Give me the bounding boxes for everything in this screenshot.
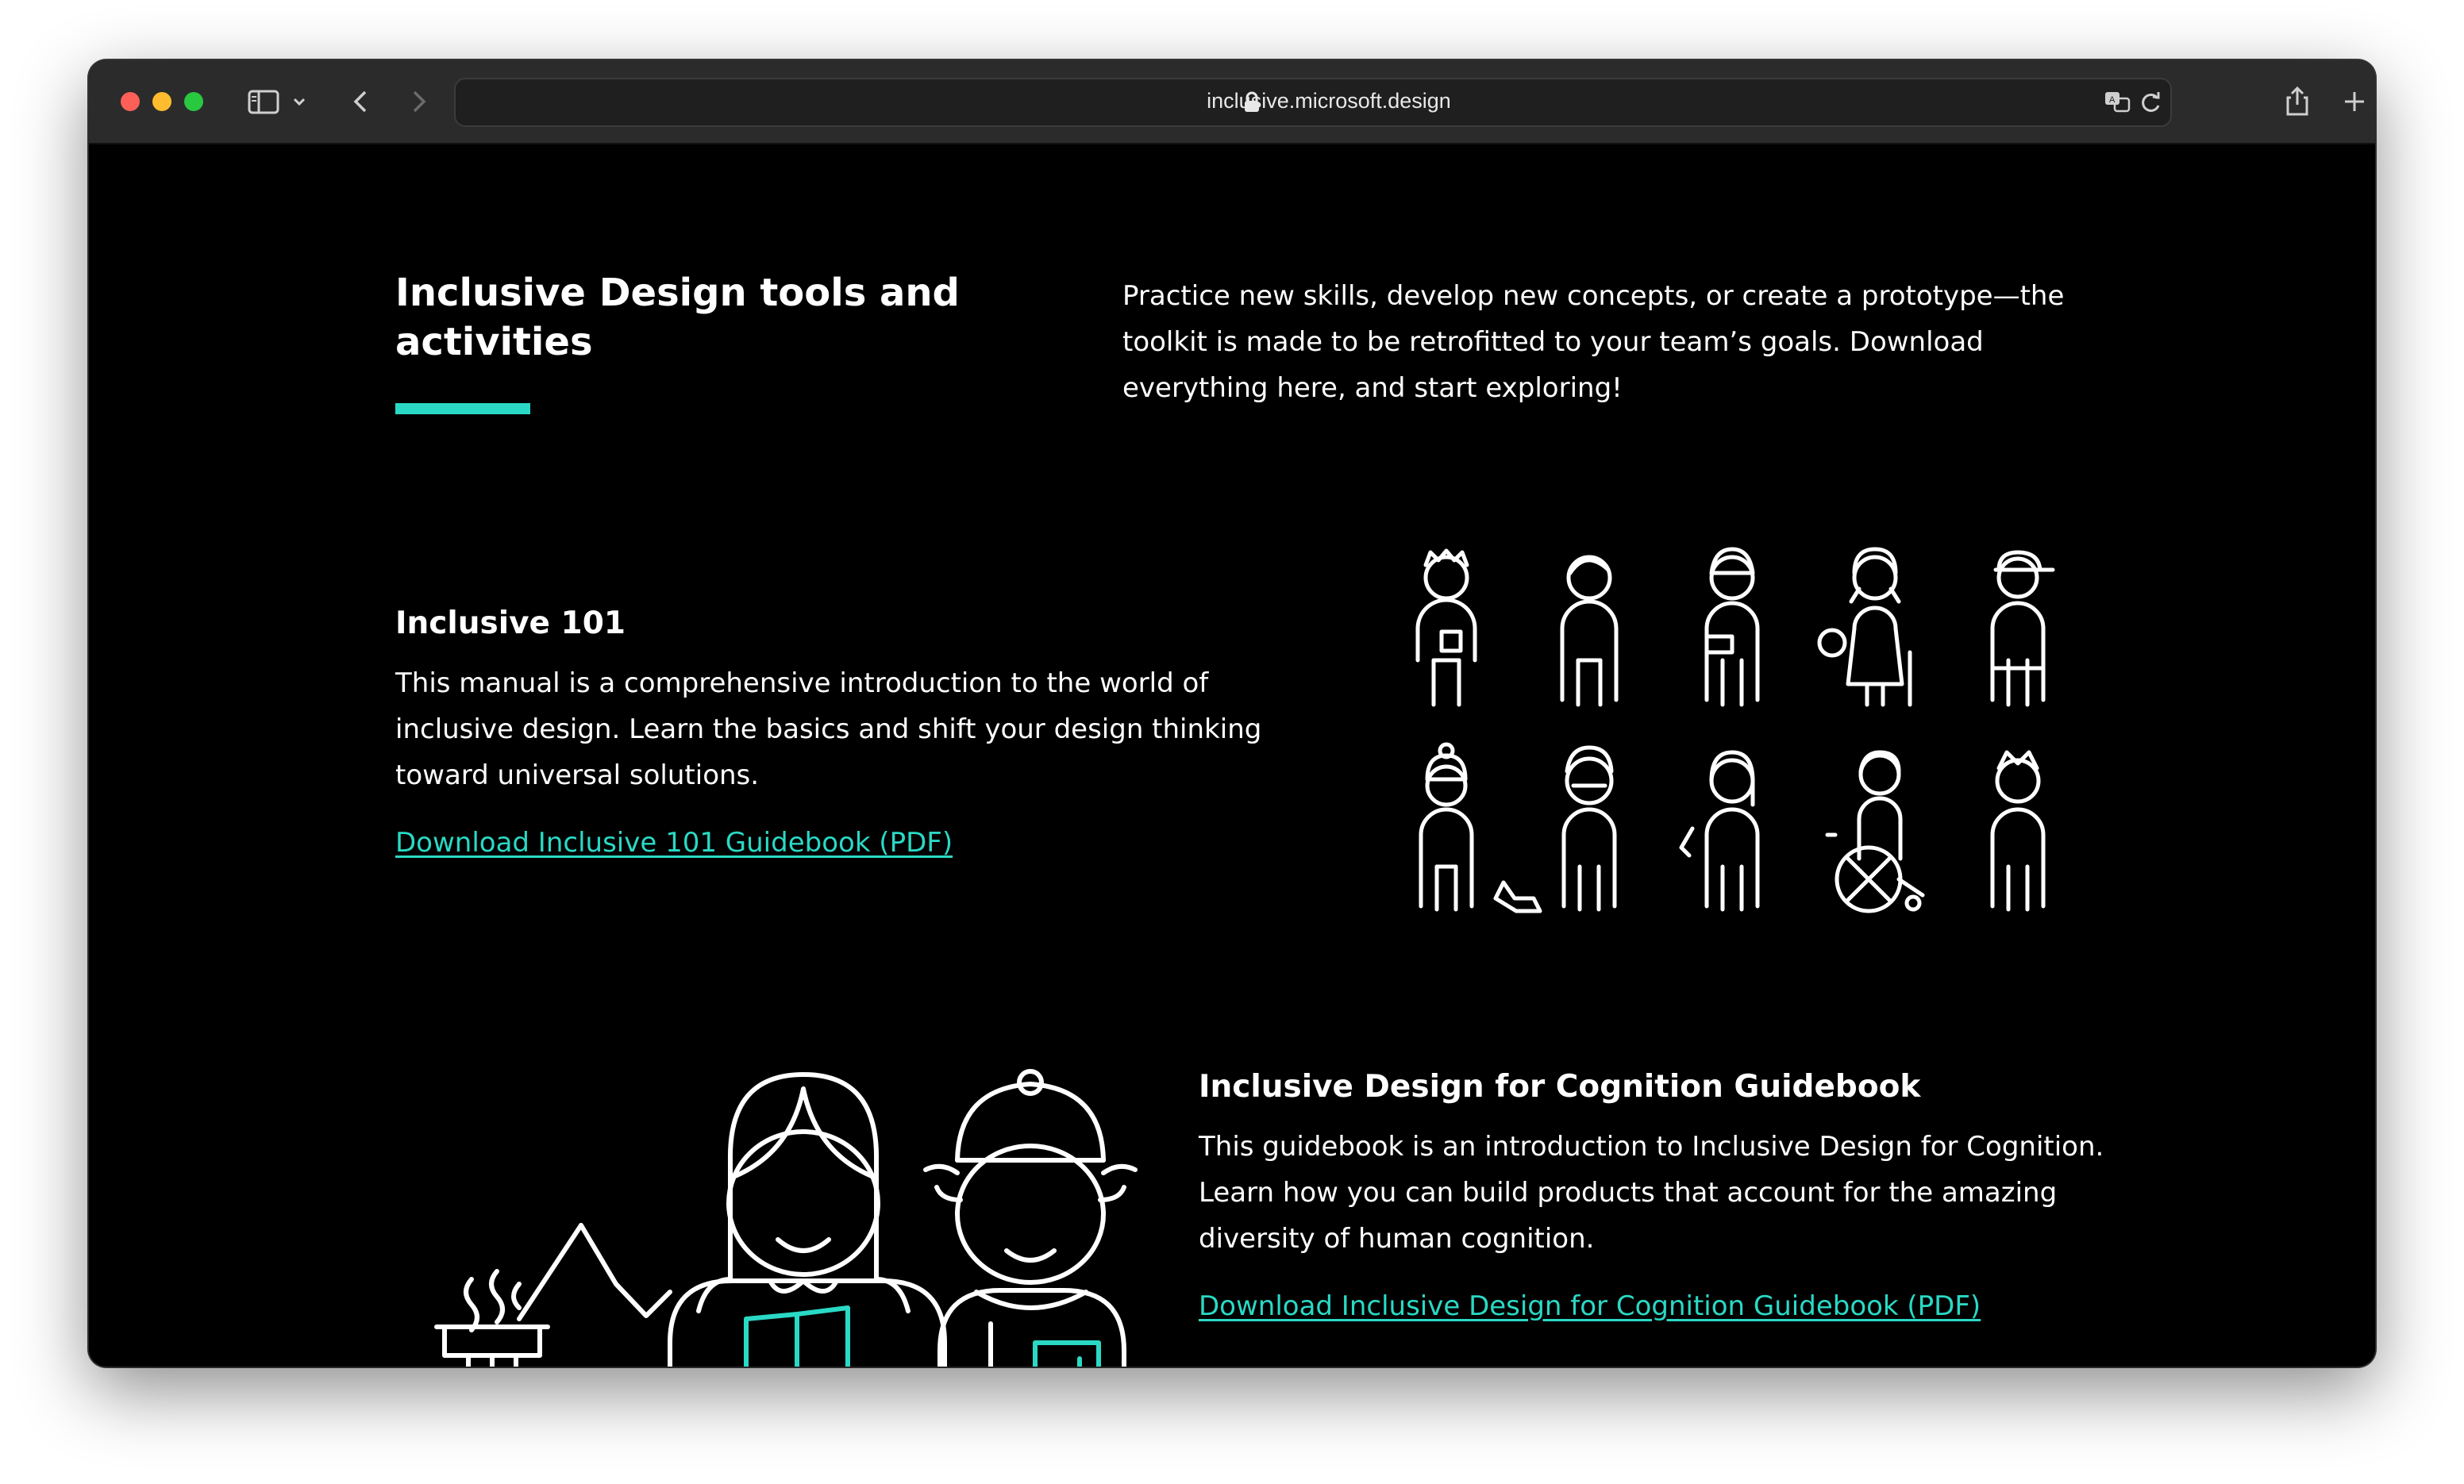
download-cognition-guidebook-link[interactable]: Download Inclusive Design for Cognition … — [1199, 1287, 1981, 1325]
address-bar[interactable]: inclusive.microsoft.design A — [454, 78, 2172, 127]
page-content: Inclusive Design tools and activities Pr… — [89, 144, 2375, 1367]
reload-icon[interactable] — [2135, 86, 2167, 117]
close-window-button[interactable] — [121, 92, 140, 111]
browser-window: inclusive.microsoft.design A Inclusive D… — [89, 60, 2375, 1367]
svg-text:A: A — [2109, 95, 2116, 105]
person-figure — [1990, 550, 2055, 707]
download-inclusive-101-link[interactable]: Download Inclusive 101 Guidebook (PDF) — [395, 824, 953, 862]
back-icon[interactable] — [343, 83, 381, 121]
forward-icon[interactable] — [398, 83, 437, 121]
intro-text: Practice new skills, develop new concept… — [1122, 280, 2065, 404]
section-title-cognition-guidebook: Inclusive Design for Cognition Guidebook — [1199, 1069, 1921, 1105]
section-description-cognition-guidebook: This guidebook is an introduction to Inc… — [1199, 1131, 2104, 1255]
person-figure — [1817, 547, 1912, 707]
person-figure — [1825, 750, 1925, 913]
url-text: inclusive.microsoft.design — [1207, 89, 1451, 113]
section-title-inclusive-101: Inclusive 101 — [395, 606, 626, 641]
translate-icon[interactable]: A — [2102, 86, 2134, 117]
person-figure — [1415, 548, 1477, 707]
person-figure — [1493, 745, 1617, 913]
page-title: Inclusive Design tools and activities — [395, 271, 960, 364]
title-accent-bar — [395, 403, 530, 414]
zoom-window-button[interactable] — [184, 92, 203, 111]
person-figure — [1990, 750, 2046, 912]
share-icon[interactable] — [2278, 83, 2316, 121]
people-illustration — [1375, 541, 2200, 922]
chevron-down-icon[interactable] — [287, 83, 311, 121]
new-tab-icon[interactable] — [2335, 83, 2374, 121]
readers-illustration — [421, 1009, 1175, 1367]
sidebar-icon[interactable] — [244, 83, 283, 121]
section-description-inclusive-101: This manual is a comprehensive introduct… — [395, 667, 1262, 791]
browser-toolbar: inclusive.microsoft.design A — [89, 60, 2375, 144]
person-figure — [1704, 547, 1760, 707]
person-figure — [1679, 750, 1760, 912]
minimize-window-button[interactable] — [152, 92, 171, 111]
person-figure — [1560, 555, 1619, 707]
person-figure — [1419, 742, 1474, 912]
